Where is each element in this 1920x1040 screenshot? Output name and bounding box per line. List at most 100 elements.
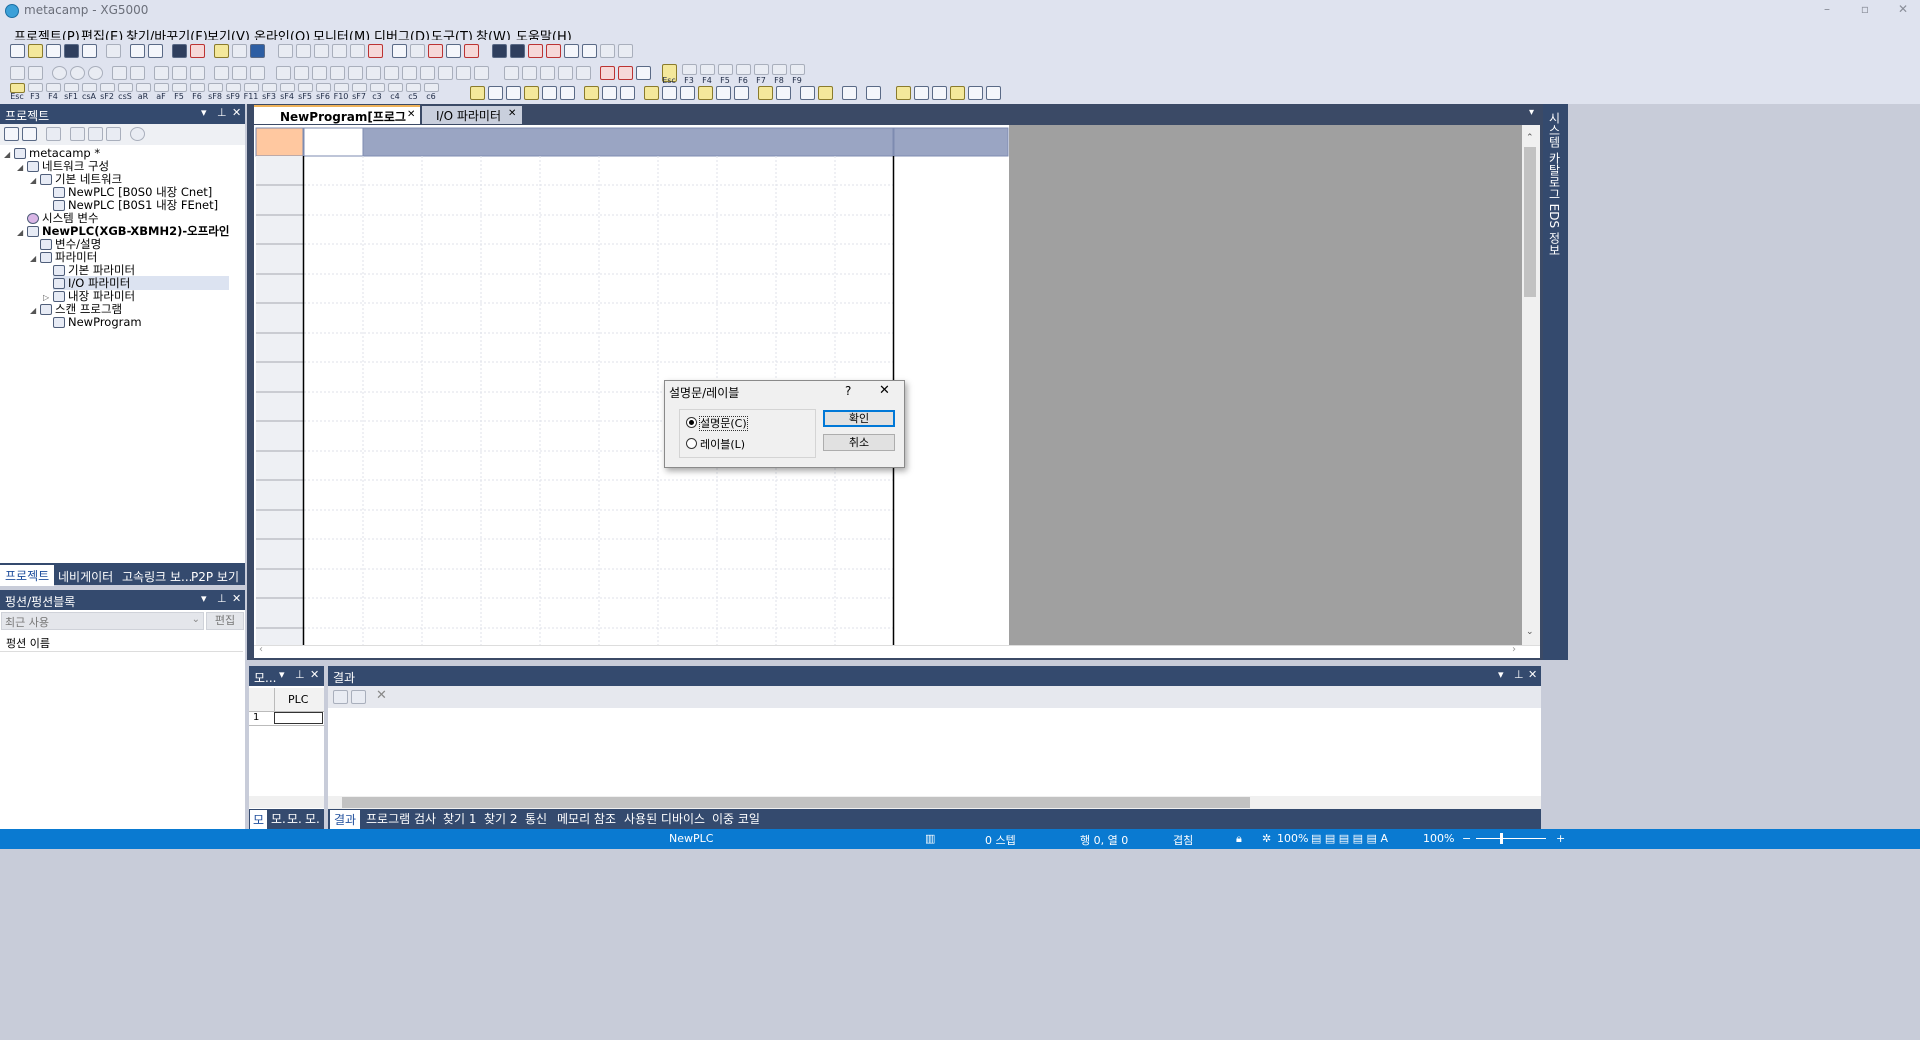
delete-icon[interactable] — [368, 44, 383, 58]
edit-tool-icon-19[interactable] — [842, 86, 857, 100]
ladder-tool-icon-6[interactable] — [118, 83, 133, 92]
edit-tool-icon-9[interactable] — [644, 86, 659, 100]
close-window-button[interactable]: ✕ — [1894, 2, 1912, 18]
tree-node-builtin-param[interactable]: ▷ 내장 파라미터 — [43, 289, 135, 303]
ladder-tool-icon-3[interactable] — [64, 83, 79, 92]
edit-tool-icon-16[interactable] — [776, 86, 791, 100]
replace-all-icon[interactable] — [546, 44, 561, 58]
monitor-start-icon[interactable] — [214, 66, 229, 80]
insert-line-icon[interactable] — [410, 44, 425, 58]
radio-label[interactable] — [686, 438, 697, 449]
edit-tool-icon-5[interactable] — [560, 86, 575, 100]
insert-rung-icon[interactable] — [392, 44, 407, 58]
connect-icon[interactable] — [130, 44, 145, 58]
ladder-tool-icon-1[interactable] — [28, 83, 43, 92]
edit-tool-icon-18[interactable] — [818, 86, 833, 100]
edit-tool-icon-7[interactable] — [602, 86, 617, 100]
edit-tool-icon-10[interactable] — [662, 86, 677, 100]
edit-tool-icon-12[interactable] — [698, 86, 713, 100]
add-item-icon[interactable] — [46, 127, 61, 141]
bracket-1-icon[interactable] — [504, 66, 519, 80]
ladder-tool-icon-19[interactable] — [352, 83, 367, 92]
debug-clear-icon[interactable] — [474, 66, 489, 80]
editor-hscrollbar[interactable]: ‹ › — [254, 644, 1540, 658]
tab-monitor-1[interactable]: 모 — [250, 810, 268, 829]
function-edit-button[interactable]: 편집 — [206, 612, 244, 630]
tab-find-2[interactable]: 찾기 2 — [484, 810, 518, 827]
panel-close-icon[interactable]: ✕ — [232, 106, 241, 119]
refresh-icon[interactable] — [130, 127, 145, 141]
pin-icon[interactable]: ⊥ — [217, 106, 227, 119]
connect-plc-icon[interactable] — [10, 66, 25, 80]
open-folder-icon[interactable] — [28, 44, 43, 58]
edit-tool-icon-13[interactable] — [716, 86, 731, 100]
ladder-tool-icon-16[interactable] — [298, 83, 313, 92]
monitor-icon[interactable] — [172, 44, 187, 58]
option-comment[interactable]: 설명문(C) — [686, 415, 748, 431]
edit-tool-icon-25[interactable] — [968, 86, 983, 100]
result-hscrollbar[interactable] — [328, 796, 1541, 809]
ladder-tool-icon-2[interactable] — [46, 83, 61, 92]
view-mode-icons[interactable]: ▤ ▤ ▤ ▤ ▤ A — [1311, 832, 1388, 845]
scroll-right-icon[interactable]: › — [1512, 644, 1516, 655]
edit-tool-icon-3[interactable] — [524, 86, 539, 100]
redo-icon[interactable] — [296, 44, 311, 58]
tree-node-parameters[interactable]: ◢ 파라미터 — [30, 250, 97, 264]
check-icon[interactable] — [70, 127, 85, 141]
pin-icon[interactable]: ⊥ — [217, 592, 227, 605]
special-module-icon[interactable] — [366, 66, 381, 80]
force-clear-icon[interactable] — [618, 66, 633, 80]
system-monitor-icon[interactable] — [276, 66, 291, 80]
delete-network-icon[interactable] — [464, 44, 479, 58]
tab-monitor-4[interactable]: 모. — [305, 810, 320, 827]
print-preview-icon[interactable] — [106, 44, 121, 58]
device-monitor-icon[interactable] — [294, 66, 309, 80]
tab-project[interactable]: 프로젝트 — [0, 565, 55, 586]
tab-memory-ref[interactable]: 메모리 참조 — [557, 810, 616, 827]
tab-used-devices[interactable]: 사용된 디바이스 — [624, 810, 705, 827]
ladder-tool-icon-23[interactable] — [424, 83, 439, 92]
cancel-button[interactable]: 취소 — [823, 434, 895, 451]
tree-node-system-variable[interactable]: 시스템 변수 — [27, 211, 99, 225]
trend-icon[interactable] — [312, 66, 327, 80]
undo-icon[interactable] — [278, 44, 293, 58]
tab-close-icon[interactable]: ✕ — [508, 108, 516, 119]
edit-tool-icon-2[interactable] — [506, 86, 521, 100]
tab-monitor-3[interactable]: 모. — [287, 810, 302, 827]
monitor-stop-icon[interactable] — [232, 66, 247, 80]
download-icon[interactable] — [148, 44, 163, 58]
panel-menu-icon[interactable]: ▾ — [279, 668, 285, 681]
tab-newprogram[interactable]: NewProgram[프로그램] ✕ — [254, 105, 420, 141]
tree-node-cnet[interactable]: NewPLC [B0S0 내장 Cnet] — [53, 185, 212, 199]
link-monitor-icon[interactable] — [384, 66, 399, 80]
edit-tool-icon-14[interactable] — [734, 86, 749, 100]
zoom-in-button[interactable]: + — [1556, 832, 1565, 845]
bracket-2-icon[interactable] — [522, 66, 537, 80]
ladder-tool-icon-14[interactable] — [262, 83, 277, 92]
edit-tool-icon-4[interactable] — [542, 86, 557, 100]
tree-node-variables[interactable]: 변수/설명 — [40, 237, 101, 251]
tree-node-project[interactable]: ◢ metacamp * — [4, 146, 100, 160]
ladder-tool-icon-20[interactable] — [370, 83, 385, 92]
ladder-tool-icon-9[interactable] — [172, 83, 187, 92]
tree-node-basic-param[interactable]: 기본 파라미터 — [53, 263, 135, 277]
ladder-tool-icon-7[interactable] — [136, 83, 151, 92]
scroll-down-icon[interactable]: ⌄ — [1526, 627, 1534, 637]
ladder-tool-icon-5[interactable] — [100, 83, 115, 92]
find-next-icon[interactable] — [510, 44, 525, 58]
ladder-tool-icon-11[interactable] — [208, 83, 223, 92]
label-icon[interactable] — [232, 44, 247, 58]
edit-tool-icon-15[interactable] — [758, 86, 773, 100]
compare-icon[interactable] — [154, 66, 169, 80]
ladder-tool-icon-13[interactable] — [244, 83, 259, 92]
edit-tool-icon-0[interactable] — [470, 86, 485, 100]
io-monitor-icon[interactable] — [348, 66, 363, 80]
tabs-dropdown-icon[interactable]: ▾ — [1529, 107, 1534, 118]
debug-stop-icon[interactable] — [456, 66, 471, 80]
write-icon[interactable] — [112, 66, 127, 80]
replace-icon[interactable] — [528, 44, 543, 58]
ok-button[interactable]: 확인 — [823, 410, 895, 427]
contact-tool-icon[interactable] — [682, 64, 697, 75]
comment-icon[interactable] — [214, 44, 229, 58]
edit-tool-icon-26[interactable] — [986, 86, 1001, 100]
